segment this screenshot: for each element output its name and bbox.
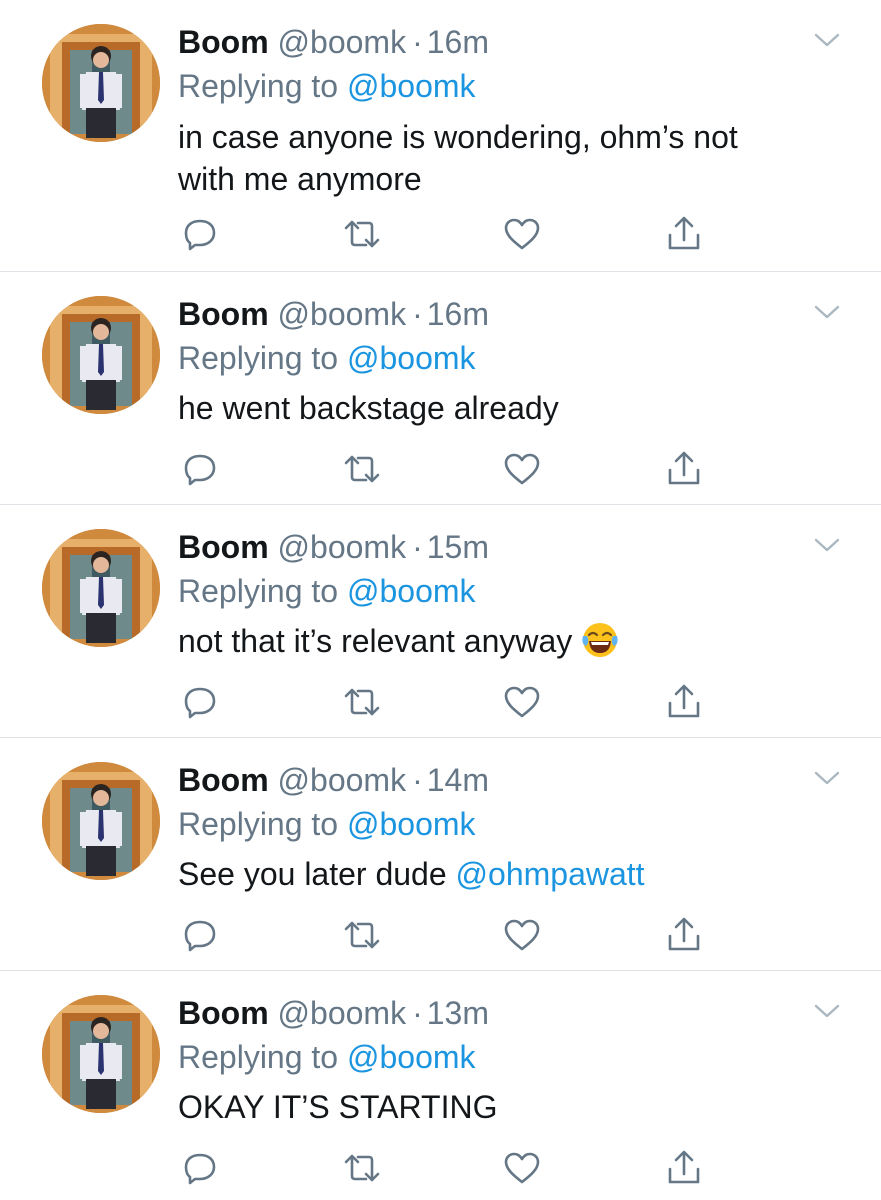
avatar-photo [42, 995, 160, 1113]
share-icon[interactable] [664, 915, 704, 955]
tweet-thread: Boom @boomk · 16m Replying to @boomk in ca… [0, 0, 881, 1200]
face-with-tears-of-joy-emoji [582, 623, 618, 657]
tweet-actions [180, 449, 720, 489]
separator-dot: · [412, 762, 423, 798]
replying-to-mention[interactable]: @boomk [347, 573, 476, 609]
tweet-body: not that it’s relevant anyway [178, 620, 818, 662]
chevron-down-icon[interactable] [812, 302, 842, 322]
tweet-body: See you later dude @ohmpawatt [178, 853, 818, 895]
display-name[interactable]: Boom [178, 762, 269, 798]
avatar-photo [42, 762, 160, 880]
reply-icon[interactable] [180, 214, 220, 254]
separator-dot: · [412, 995, 423, 1031]
tweet[interactable]: Boom @boomk · 14m Replying to @boomk See y… [0, 738, 881, 971]
tweet[interactable]: Boom @boomk · 16m Replying to @boomk he we… [0, 272, 881, 505]
display-name[interactable]: Boom [178, 995, 269, 1031]
avatar-photo [42, 24, 160, 142]
heart-icon[interactable] [502, 915, 542, 955]
replying-to-mention[interactable]: @boomk [347, 1039, 476, 1075]
replying-to-label: Replying to [178, 68, 339, 104]
tweet[interactable]: Boom @boomk · 15m Replying to @boomk not t… [0, 505, 881, 738]
retweet-icon[interactable] [342, 915, 382, 955]
reply-icon[interactable] [180, 682, 220, 722]
timestamp[interactable]: 14m [427, 762, 489, 798]
replying-to: Replying to @boomk [178, 569, 476, 613]
replying-to-label: Replying to [178, 1039, 339, 1075]
tweet-actions [180, 1148, 720, 1188]
separator-dot: · [412, 24, 423, 60]
replying-to: Replying to @boomk [178, 64, 476, 108]
avatar[interactable] [42, 24, 160, 142]
timestamp[interactable]: 13m [427, 995, 489, 1031]
retweet-icon[interactable] [342, 1148, 382, 1188]
replying-to: Replying to @boomk [178, 1035, 476, 1079]
avatar-photo [42, 296, 160, 414]
timestamp[interactable]: 15m [427, 529, 489, 565]
share-icon[interactable] [664, 214, 704, 254]
heart-icon[interactable] [502, 682, 542, 722]
avatar[interactable] [42, 529, 160, 647]
tweet-text: not that it’s relevant anyway [178, 623, 573, 659]
username[interactable]: @boomk [278, 24, 407, 60]
replying-to-label: Replying to [178, 806, 339, 842]
reply-icon[interactable] [180, 449, 220, 489]
chevron-down-icon[interactable] [812, 535, 842, 555]
username[interactable]: @boomk [278, 762, 407, 798]
username[interactable]: @boomk [278, 296, 407, 332]
tweet-header: Boom @boomk · 14m [178, 758, 489, 802]
replying-to: Replying to @boomk [178, 802, 476, 846]
timestamp[interactable]: 16m [427, 24, 489, 60]
tweet-header: Boom @boomk · 16m [178, 292, 489, 336]
avatar[interactable] [42, 995, 160, 1113]
chevron-down-icon[interactable] [812, 30, 842, 50]
tweet[interactable]: Boom @boomk · 16m Replying to @boomk in ca… [0, 0, 881, 272]
username[interactable]: @boomk [278, 995, 407, 1031]
reply-icon[interactable] [180, 1148, 220, 1188]
share-icon[interactable] [664, 449, 704, 489]
heart-icon[interactable] [502, 1148, 542, 1188]
tweet[interactable]: Boom @boomk · 13m Replying to @boomk OKAY … [0, 971, 881, 1200]
chevron-down-icon[interactable] [812, 1001, 842, 1021]
tweet-text: he went backstage already [178, 390, 559, 426]
heart-icon[interactable] [502, 449, 542, 489]
replying-to-mention[interactable]: @boomk [347, 806, 476, 842]
display-name[interactable]: Boom [178, 24, 269, 60]
heart-icon[interactable] [502, 214, 542, 254]
tweet-header: Boom @boomk · 13m [178, 991, 489, 1035]
display-name[interactable]: Boom [178, 529, 269, 565]
tweet-text: OKAY IT’S STARTING [178, 1089, 498, 1125]
chevron-down-icon[interactable] [812, 768, 842, 788]
replying-to-label: Replying to [178, 573, 339, 609]
tweet-header: Boom @boomk · 16m [178, 20, 489, 64]
retweet-icon[interactable] [342, 214, 382, 254]
avatar-photo [42, 529, 160, 647]
tweet-header: Boom @boomk · 15m [178, 525, 489, 569]
avatar[interactable] [42, 296, 160, 414]
replying-to-label: Replying to [178, 340, 339, 376]
reply-icon[interactable] [180, 915, 220, 955]
tweet-actions [180, 915, 720, 955]
display-name[interactable]: Boom [178, 296, 269, 332]
tweet-text: See you later dude [178, 856, 447, 892]
retweet-icon[interactable] [342, 682, 382, 722]
avatar[interactable] [42, 762, 160, 880]
tweet-text-mention[interactable]: @ohmpawatt [456, 856, 645, 892]
replying-to: Replying to @boomk [178, 336, 476, 380]
separator-dot: · [412, 529, 423, 565]
username[interactable]: @boomk [278, 529, 407, 565]
tweet-actions [180, 214, 720, 254]
timestamp[interactable]: 16m [427, 296, 489, 332]
retweet-icon[interactable] [342, 449, 382, 489]
share-icon[interactable] [664, 1148, 704, 1188]
replying-to-mention[interactable]: @boomk [347, 340, 476, 376]
separator-dot: · [412, 296, 423, 332]
replying-to-mention[interactable]: @boomk [347, 68, 476, 104]
tweet-actions [180, 682, 720, 722]
share-icon[interactable] [664, 682, 704, 722]
tweet-text: in case anyone is wondering, ohm’s not w… [178, 119, 738, 197]
